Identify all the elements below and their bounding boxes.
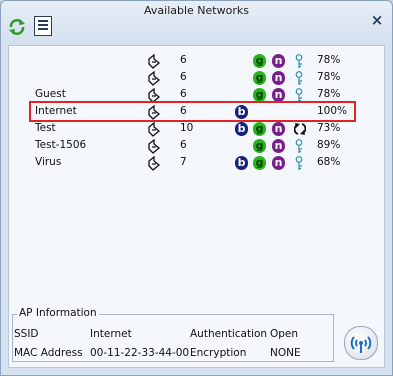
- mode-g-badge: g: [253, 71, 266, 85]
- network-row[interactable]: Virus 7 b g n 68%: [35, 154, 355, 171]
- close-button[interactable]: ×: [367, 10, 387, 30]
- ssid-value: Internet: [90, 328, 132, 340]
- signal-strength: 78%: [317, 54, 341, 66]
- signal-icon: [147, 104, 161, 120]
- network-row[interactable]: 6 g n 78%: [35, 69, 355, 86]
- authentication-label: Authentication: [190, 328, 268, 340]
- network-row[interactable]: Guest 6 g n 78%: [35, 86, 355, 103]
- network-channel: 7: [180, 156, 187, 168]
- ap-information-group: AP Information SSID Internet Authenticat…: [12, 307, 334, 362]
- network-channel: 6: [180, 54, 187, 66]
- network-channel: 6: [180, 139, 187, 151]
- mode-n-badge: n: [272, 71, 285, 85]
- mode-n-badge: n: [272, 122, 285, 136]
- signal-icon: [147, 53, 161, 69]
- mode-g-badge: g: [253, 88, 266, 102]
- mode-n-badge: n: [272, 139, 285, 153]
- network-channel: 6: [180, 88, 187, 100]
- mode-g-badge: g: [253, 139, 266, 153]
- mode-n-badge: n: [272, 88, 285, 102]
- signal-strength: 100%: [317, 105, 348, 117]
- network-ssid: Guest: [35, 88, 66, 100]
- signal-icon: [147, 155, 161, 171]
- network-channel: 6: [180, 105, 187, 117]
- signal-strength: 68%: [317, 156, 341, 168]
- network-ssid: Virus: [35, 156, 62, 168]
- signal-strength: 78%: [317, 71, 341, 83]
- mode-b-badge: b: [235, 156, 248, 170]
- network-ssid: Internet: [35, 105, 77, 117]
- network-channel: 10: [180, 122, 194, 134]
- network-channel: 6: [180, 71, 187, 83]
- network-row[interactable]: 6 g n 78%: [35, 52, 355, 69]
- encryption-label: Encryption: [190, 347, 247, 359]
- key-icon: [295, 71, 303, 86]
- encryption-value: NONE: [270, 347, 301, 359]
- mode-g-badge: g: [253, 122, 266, 136]
- title-bar: Available Networks ×: [1, 1, 392, 45]
- authentication-value: Open: [270, 328, 299, 340]
- mode-g-badge: g: [253, 54, 266, 68]
- network-ssid: Test: [35, 122, 56, 134]
- available-networks-window: Available Networks × 6 g n 78% 6 g n 78% Guest 6 g…: [0, 0, 393, 376]
- network-ssid: Test-1506: [35, 139, 87, 151]
- key-icon: [295, 54, 303, 69]
- signal-icon: [147, 87, 161, 103]
- mode-b-badge: b: [235, 122, 248, 136]
- network-row[interactable]: Test-1506 6 g n 89%: [35, 137, 355, 154]
- signal-icon: [147, 138, 161, 154]
- signal-icon: [147, 70, 161, 86]
- signal-strength: 78%: [317, 88, 341, 100]
- key-icon: [295, 139, 303, 154]
- mode-b-badge: b: [235, 105, 248, 119]
- key-icon: [295, 88, 303, 103]
- mac-address-value: 00-11-22-33-44-00: [90, 347, 190, 359]
- key-icon: [295, 156, 303, 171]
- window-title: Available Networks: [144, 4, 249, 17]
- list-view-icon[interactable]: [34, 16, 52, 36]
- wireless-antenna-icon[interactable]: [344, 326, 378, 360]
- signal-strength: 73%: [317, 122, 341, 134]
- signal-icon: [147, 121, 161, 137]
- network-row[interactable]: Test 10 b g n 73%: [35, 120, 355, 137]
- mac-address-label: MAC Address: [14, 347, 83, 359]
- ap-information-legend: AP Information: [17, 307, 99, 319]
- mode-n-badge: n: [272, 54, 285, 68]
- ssid-label: SSID: [14, 328, 39, 340]
- mode-n-badge: n: [272, 156, 285, 170]
- signal-strength: 89%: [317, 139, 341, 151]
- network-row[interactable]: Internet 6 b 100%: [29, 101, 356, 122]
- mode-g-badge: g: [253, 156, 266, 170]
- network-list-panel: 6 g n 78% 6 g n 78% Guest 6 g n 78% Internet 6 b 100% Tes…: [8, 45, 385, 368]
- refresh-icon[interactable]: [8, 18, 26, 36]
